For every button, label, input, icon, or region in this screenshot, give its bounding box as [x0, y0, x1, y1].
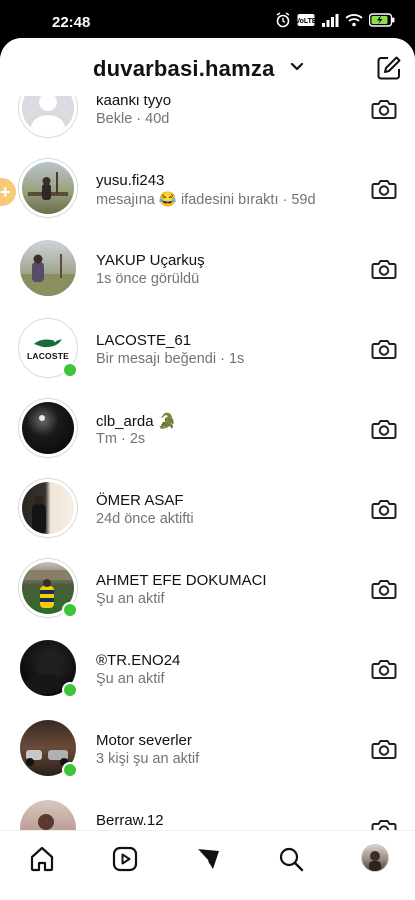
add-note-icon[interactable]: +: [0, 178, 11, 206]
camera-icon[interactable]: [371, 337, 397, 361]
alarm-icon: [276, 12, 290, 28]
camera-icon[interactable]: [371, 97, 397, 121]
online-indicator: [62, 602, 78, 618]
camera-icon[interactable]: [371, 657, 397, 681]
search-icon[interactable]: [277, 845, 305, 873]
conversation-row[interactable]: ÖMER ASAF 24d önce aktifti: [0, 466, 415, 546]
direct-icon[interactable]: [194, 845, 222, 873]
camera-icon[interactable]: [371, 497, 397, 521]
conversation-row[interactable]: YAKUP Uçarkuş 1s önce görüldü: [0, 226, 415, 306]
avatar-photo: [20, 240, 76, 296]
conversation-name: ÖMER ASAF: [96, 492, 184, 509]
conversation-row[interactable]: yusu.fi243 mesajına 😂 ifadesini bıraktı …: [0, 146, 415, 226]
volte-icon: VoLTE: [297, 14, 315, 26]
status-time: 22:48: [52, 14, 91, 31]
conversation-name: yusu.fi243: [96, 172, 165, 189]
svg-text:VoLTE: VoLTE: [297, 18, 315, 25]
camera-icon[interactable]: [371, 817, 397, 830]
conversation-status: Şu an aktif: [96, 591, 165, 607]
conversation-status: Bir mesajı beğendi · 1s: [96, 351, 245, 367]
avatar[interactable]: [18, 398, 78, 458]
camera-icon[interactable]: [371, 177, 397, 201]
camera-icon[interactable]: [371, 417, 397, 441]
conversation-name: Berraw.12: [96, 812, 164, 829]
conversation-status: Şu an aktif: [96, 671, 165, 687]
camera-icon[interactable]: [371, 737, 397, 761]
online-indicator: [62, 362, 78, 378]
conversation-status: 3 kişi şu an aktif: [96, 751, 200, 767]
conversation-name: AHMET EFE DOKUMACI: [96, 572, 267, 589]
home-icon[interactable]: [28, 845, 56, 873]
conversation-name: YAKUP Uçarkuş: [96, 252, 205, 269]
conversation-status: 1s önce görüldü: [96, 271, 200, 287]
status-icons: VoLTE: [275, 12, 395, 28]
messages-sheet: kaanki tyyo Bekle · 40d yusu.fi243 mesaj…: [0, 38, 415, 900]
conversation-row[interactable]: clb_arda 🐊 Tm · 2s: [0, 386, 415, 466]
avatar-photo: [22, 402, 74, 454]
online-indicator: [62, 682, 78, 698]
camera-icon[interactable]: [371, 257, 397, 281]
conversation-row[interactable]: LACOSTE LACOSTE_61 Bir mesajı beğendi · …: [0, 306, 415, 386]
wifi-icon: [345, 14, 363, 27]
avatar[interactable]: [18, 158, 78, 218]
avatar[interactable]: [18, 478, 78, 538]
conversation-row[interactable]: ®TR.ENO24 Şu an aktif: [0, 626, 415, 706]
avatar[interactable]: [18, 798, 78, 830]
battery-icon: [369, 13, 395, 27]
conversation-name: Motor severler: [96, 732, 192, 749]
conversation-row[interactable]: AHMET EFE DOKUMACI Şu an aktif: [0, 546, 415, 626]
conversation-name: LACOSTE_61: [96, 332, 192, 349]
avatar[interactable]: LACOSTE: [18, 318, 78, 378]
signal-icon: [322, 14, 339, 27]
conversation-list[interactable]: kaanki tyyo Bekle · 40d yusu.fi243 mesaj…: [0, 38, 415, 830]
conversation-name: clb_arda 🐊: [96, 413, 177, 430]
new-message-icon[interactable]: [376, 55, 402, 81]
account-switcher-title[interactable]: duvarbasi.hamza: [93, 56, 275, 82]
header: duvarbasi.hamza: [0, 38, 415, 96]
chevron-down-icon[interactable]: [290, 62, 304, 72]
bottom-nav: [0, 830, 415, 900]
profile-avatar[interactable]: [361, 844, 389, 872]
camera-icon[interactable]: [371, 577, 397, 601]
avatar-photo: [22, 162, 74, 214]
avatar[interactable]: [18, 638, 78, 698]
avatar[interactable]: [18, 718, 78, 778]
conversation-name: ®TR.ENO24: [96, 652, 181, 669]
conversation-status: Bekle · 40d: [96, 111, 170, 127]
avatar[interactable]: [18, 238, 78, 298]
conversation-status: 24d önce aktifti: [96, 511, 194, 527]
avatar-photo: [22, 482, 74, 534]
conversation-status: Tm · 2s: [96, 431, 146, 447]
conversation-row[interactable]: Berraw.12: [0, 786, 415, 830]
avatar[interactable]: [18, 558, 78, 618]
avatar-photo: [20, 800, 76, 830]
reels-icon[interactable]: [111, 845, 139, 873]
online-indicator: [62, 762, 78, 778]
lacoste-logo-text: LACOSTE: [26, 351, 69, 361]
conversation-row[interactable]: Motor severler 3 kişi şu an aktif: [0, 706, 415, 786]
conversation-status: mesajına 😂 ifadesini bıraktı · 59d: [96, 192, 316, 208]
